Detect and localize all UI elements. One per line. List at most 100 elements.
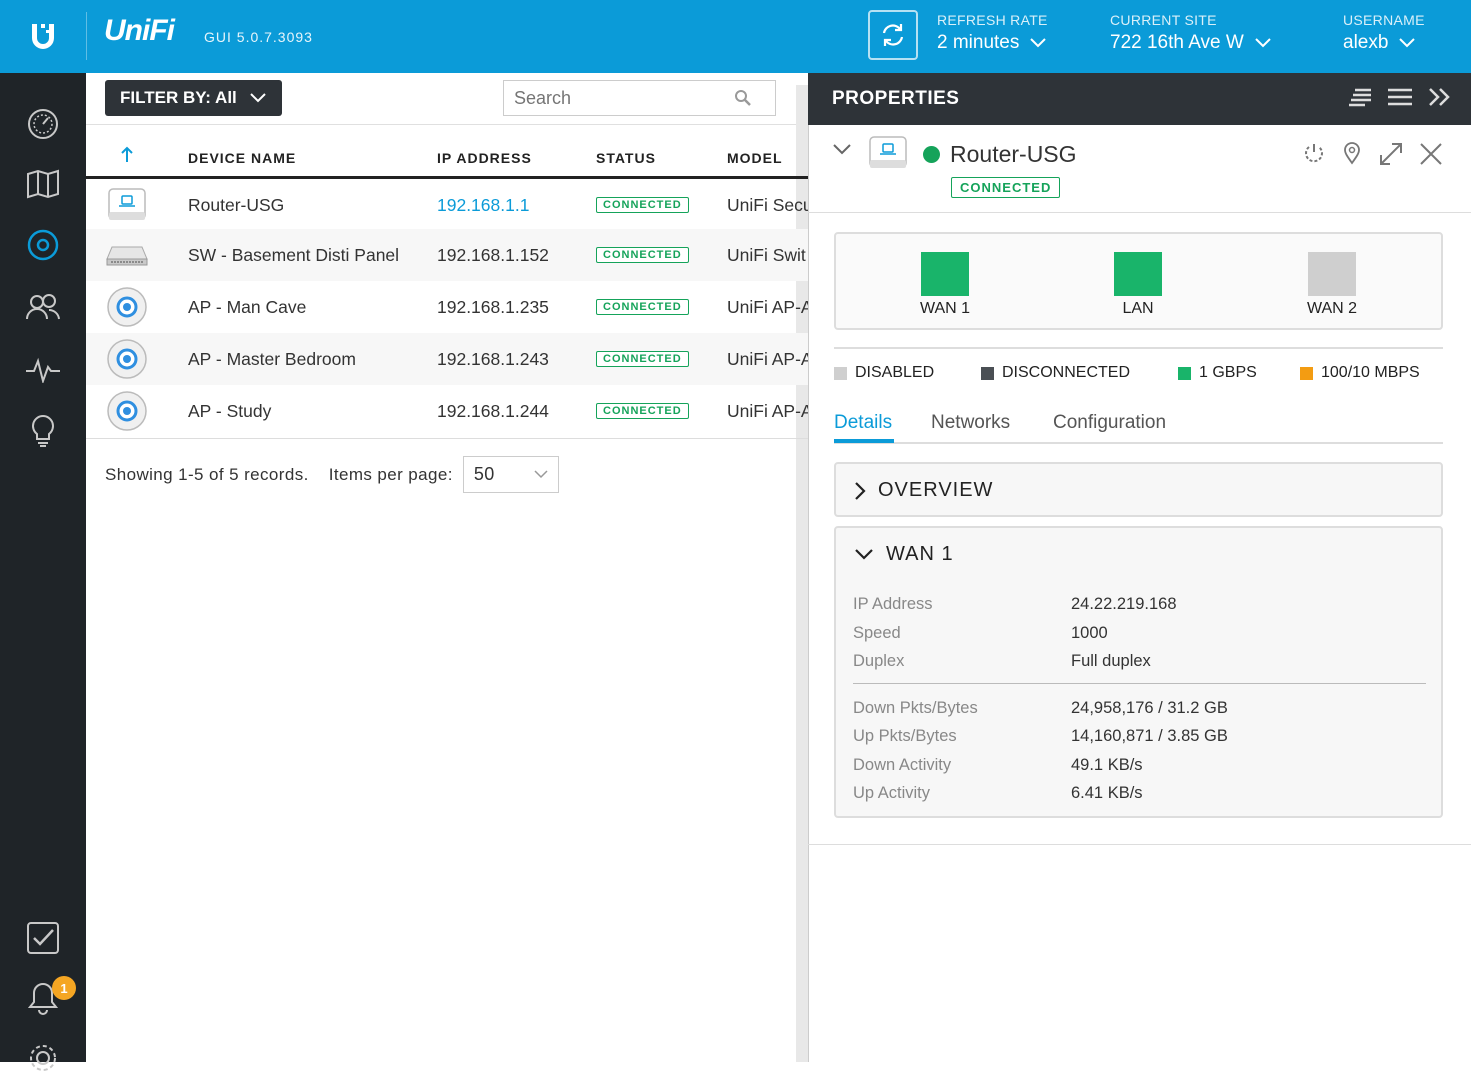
search-box xyxy=(503,80,776,116)
legend-item-disabled: DISABLED xyxy=(834,364,934,382)
refresh-icon xyxy=(882,24,904,46)
chevron-down-icon xyxy=(1399,38,1416,48)
refresh-button[interactable] xyxy=(868,10,918,60)
overview-section[interactable]: OVERVIEW xyxy=(834,462,1443,517)
double-chevron-right-icon[interactable] xyxy=(1427,87,1453,107)
overview-title: OVERVIEW xyxy=(878,479,994,501)
collapse-all-icon[interactable] xyxy=(1349,87,1373,107)
ubiquiti-logo[interactable] xyxy=(0,0,86,73)
refresh-rate-selector[interactable]: REFRESH RATE 2 minutes xyxy=(937,12,1048,54)
notification-badge: 1 xyxy=(52,976,76,1000)
fields-divider xyxy=(853,683,1426,684)
properties-bottom-rule xyxy=(808,844,1471,845)
active-tab-indicator xyxy=(834,439,894,443)
expand-icon[interactable] xyxy=(1378,141,1404,167)
device-ip: 192.168.1.244 xyxy=(437,400,549,421)
table-row[interactable]: AP - Study 192.168.1.244 CONNECTED UniFi… xyxy=(86,385,808,437)
table-row[interactable]: SW - Basement Disti Panel 192.168.1.152 … xyxy=(86,229,808,281)
legend-item-disconnected: DISCONNECTED xyxy=(981,364,1130,382)
refresh-rate-label: REFRESH RATE xyxy=(937,12,1048,28)
devices-icon[interactable] xyxy=(25,227,61,263)
restart-icon[interactable] xyxy=(1302,141,1326,165)
chevron-down-icon xyxy=(1255,38,1271,48)
chevron-down-icon[interactable] xyxy=(832,143,852,157)
access-point-icon xyxy=(106,385,150,437)
user-menu[interactable]: USERNAME alexb xyxy=(1343,12,1425,54)
tab-configuration[interactable]: Configuration xyxy=(1053,412,1166,434)
search-input[interactable] xyxy=(514,87,734,109)
status-badge: CONNECTED xyxy=(596,299,689,315)
statistics-icon[interactable] xyxy=(25,352,61,388)
brand-name: UniFi xyxy=(104,14,175,47)
sidebar xyxy=(0,73,86,1071)
port-wan1-indicator xyxy=(921,252,969,296)
sort-arrow-icon[interactable] xyxy=(120,146,134,167)
map-icon[interactable] xyxy=(25,166,61,202)
tab-details[interactable]: Details xyxy=(834,412,892,434)
device-ip: 192.168.1.152 xyxy=(437,244,549,265)
close-icon[interactable] xyxy=(1418,141,1444,167)
router-icon xyxy=(106,179,150,231)
search-icon xyxy=(735,90,751,106)
column-model[interactable]: MODEL xyxy=(727,150,783,166)
device-ip-link[interactable]: 192.168.1.1 xyxy=(437,179,587,231)
insights-icon[interactable] xyxy=(25,413,61,449)
items-per-page-select[interactable]: 50 xyxy=(462,456,559,493)
device-model: UniFi AP-A xyxy=(727,400,808,421)
dashboard-icon[interactable] xyxy=(25,106,61,142)
gui-version: GUI 5.0.7.3093 xyxy=(204,29,313,45)
device-name[interactable]: Router-USG xyxy=(188,179,428,231)
column-ip-address[interactable]: IP ADDRESS xyxy=(437,150,532,166)
device-name[interactable]: SW - Basement Disti Panel xyxy=(188,229,428,281)
device-model: UniFi Secu xyxy=(727,194,808,215)
wan1-title: WAN 1 xyxy=(886,543,954,565)
properties-header: PROPERTIES xyxy=(808,73,1471,125)
wan1-header[interactable]: WAN 1 xyxy=(854,543,954,566)
port-lan[interactable]: LAN xyxy=(1103,252,1173,318)
access-point-icon xyxy=(106,281,150,333)
events-icon[interactable] xyxy=(25,920,61,956)
port-wan1[interactable]: WAN 1 xyxy=(910,252,980,318)
device-name[interactable]: AP - Study xyxy=(188,385,428,437)
tab-networks[interactable]: Networks xyxy=(931,412,1010,434)
selected-device-name: Router-USG xyxy=(950,141,1077,167)
site-selector[interactable]: CURRENT SITE 722 16th Ave W xyxy=(1110,12,1272,54)
settings-icon[interactable] xyxy=(25,1040,61,1076)
items-per-page-value: 50 xyxy=(473,464,495,484)
device-ip: 192.168.1.243 xyxy=(437,348,549,369)
device-name[interactable]: AP - Man Cave xyxy=(188,281,428,333)
port-label: WAN 1 xyxy=(919,300,971,317)
record-count: Showing 1-5 of 5 records. xyxy=(105,464,309,484)
port-label: LAN xyxy=(1122,300,1154,317)
chevron-down-icon xyxy=(250,93,266,103)
table-row[interactable]: AP - Master Bedroom 192.168.1.243 CONNEC… xyxy=(86,333,808,385)
status-badge: CONNECTED xyxy=(596,403,689,419)
site-value: 722 16th Ave W xyxy=(1110,32,1244,53)
port-diagram: WAN 1 LAN WAN 2 xyxy=(834,232,1443,330)
status-badge: CONNECTED xyxy=(596,351,689,367)
top-bar: UniFi GUI 5.0.7.3093 REFRESH RATE 2 minu… xyxy=(0,0,1471,73)
clients-icon[interactable] xyxy=(25,289,61,325)
chevron-down-icon xyxy=(855,548,873,560)
port-wan2-indicator xyxy=(1308,252,1356,296)
device-model: UniFi AP-A xyxy=(727,348,808,369)
toolbar-divider xyxy=(86,124,808,125)
wan1-section: WAN 1 IP Address 24.22.219.168 Speed 1000 … xyxy=(834,526,1443,818)
menu-icon[interactable] xyxy=(1387,87,1413,107)
column-status[interactable]: STATUS xyxy=(596,150,656,166)
online-indicator xyxy=(923,146,940,163)
table-row[interactable]: AP - Man Cave 192.168.1.235 CONNECTED Un… xyxy=(86,281,808,333)
username-label: USERNAME xyxy=(1343,12,1425,28)
chevron-down-icon xyxy=(1030,38,1047,48)
chevron-down-icon xyxy=(534,470,548,479)
device-name[interactable]: AP - Master Bedroom xyxy=(188,333,428,385)
router-icon xyxy=(869,136,907,168)
port-wan2[interactable]: WAN 2 xyxy=(1297,252,1367,318)
legend-item-100-10mbps: 100/10 MBPS xyxy=(1300,364,1420,382)
table-row[interactable]: Router-USG 192.168.1.1 CONNECTED UniFi S… xyxy=(86,179,808,231)
locate-icon[interactable] xyxy=(1340,141,1364,165)
items-per-page-label: Items per page: xyxy=(328,464,453,484)
column-device-name[interactable]: DEVICE NAME xyxy=(188,150,296,166)
filter-dropdown[interactable]: FILTER BY: All xyxy=(105,80,282,116)
legend-item-1gbps: 1 GBPS xyxy=(1178,364,1257,382)
